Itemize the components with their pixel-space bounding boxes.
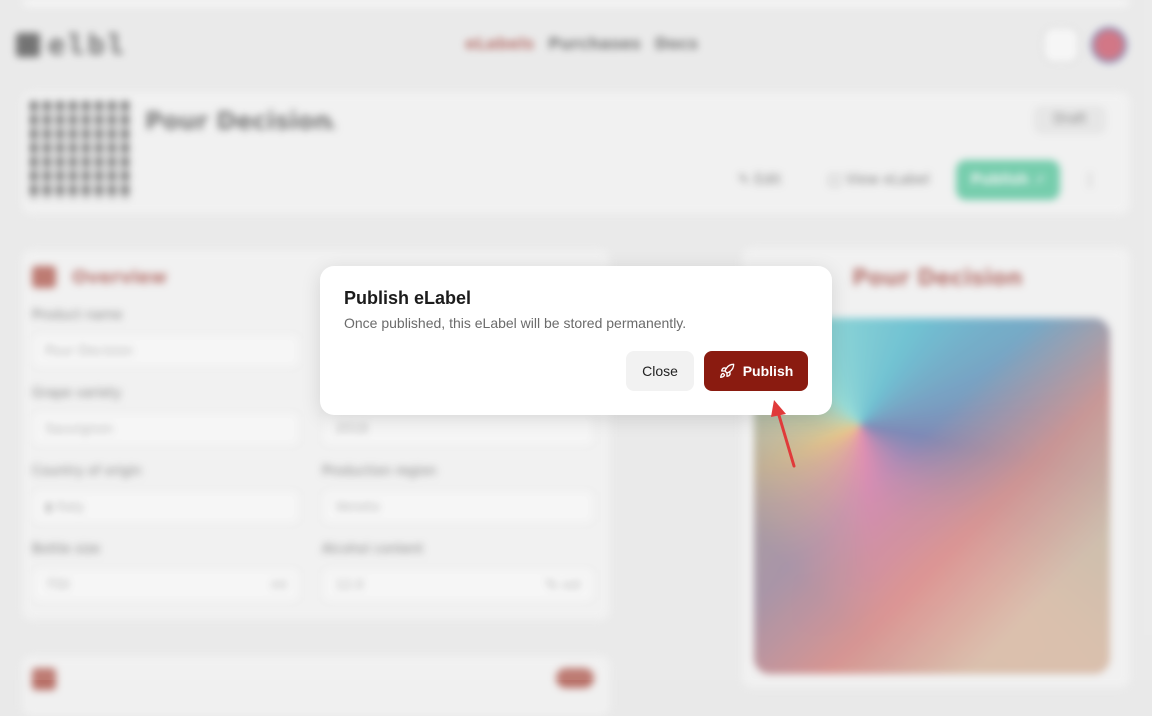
dialog-actions: Close Publish bbox=[626, 351, 808, 391]
dialog-description: Once published, this eLabel will be stor… bbox=[344, 315, 687, 331]
publish-button[interactable]: Publish bbox=[704, 351, 808, 391]
rocket-icon bbox=[719, 363, 735, 378]
publish-dialog: Publish eLabel Once published, this eLab… bbox=[320, 266, 832, 415]
publish-label: Publish bbox=[742, 363, 794, 379]
dialog-title: Publish eLabel bbox=[344, 288, 472, 308]
pointer-arrow-icon bbox=[771, 400, 796, 468]
close-button[interactable]: Close bbox=[626, 351, 694, 391]
